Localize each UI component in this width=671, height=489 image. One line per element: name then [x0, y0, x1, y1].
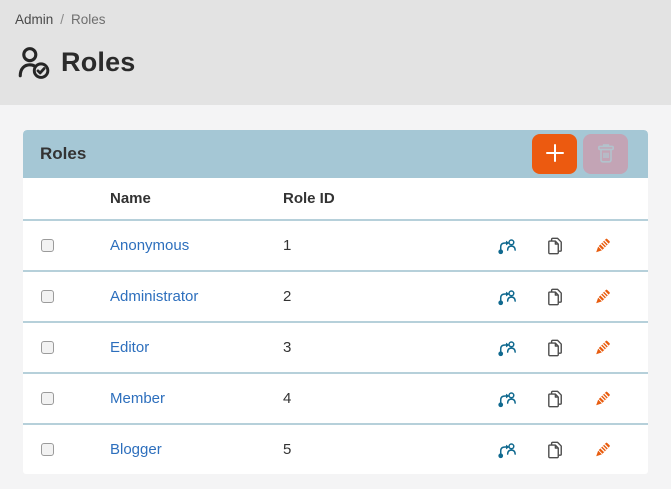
panel-header: Roles: [23, 130, 648, 178]
role-name-link[interactable]: Administrator: [110, 288, 198, 305]
assign-user-icon[interactable]: [496, 235, 517, 256]
assign-user-icon[interactable]: [496, 337, 517, 358]
assign-user-icon[interactable]: [496, 439, 517, 460]
edit-pencil-icon[interactable]: [592, 235, 613, 256]
table-row: Anonymous 1: [23, 219, 648, 270]
row-checkbox[interactable]: [41, 392, 54, 405]
role-name-link[interactable]: Editor: [110, 339, 149, 356]
trash-icon: [594, 141, 618, 168]
copy-icon[interactable]: [544, 439, 565, 460]
breadcrumb-roles: Roles: [71, 12, 106, 27]
role-id-value: 5: [283, 441, 496, 458]
edit-pencil-icon[interactable]: [592, 388, 613, 409]
copy-icon[interactable]: [544, 337, 565, 358]
row-checkbox[interactable]: [41, 341, 54, 354]
copy-icon[interactable]: [544, 235, 565, 256]
edit-pencil-icon[interactable]: [592, 286, 613, 307]
edit-pencil-icon[interactable]: [592, 337, 613, 358]
breadcrumb-separator: /: [60, 12, 64, 27]
column-header-role-id: Role ID: [283, 190, 648, 207]
table-row: Member 4: [23, 372, 648, 423]
role-name-link[interactable]: Member: [110, 390, 165, 407]
table-row: Administrator 2: [23, 270, 648, 321]
row-checkbox[interactable]: [41, 443, 54, 456]
breadcrumb-admin[interactable]: Admin: [15, 12, 53, 27]
copy-icon[interactable]: [544, 286, 565, 307]
edit-pencil-icon[interactable]: [592, 439, 613, 460]
add-role-button[interactable]: [532, 134, 577, 174]
breadcrumb: Admin / Roles: [15, 12, 656, 27]
assign-user-icon[interactable]: [496, 286, 517, 307]
assign-user-icon[interactable]: [496, 388, 517, 409]
table-row: Editor 3: [23, 321, 648, 372]
plus-icon: [543, 141, 567, 168]
copy-icon[interactable]: [544, 388, 565, 409]
panel-title: Roles: [40, 144, 532, 164]
user-check-icon: [15, 44, 52, 81]
role-name-link[interactable]: Anonymous: [110, 237, 189, 254]
table-row: Blogger 5: [23, 423, 648, 474]
row-checkbox[interactable]: [41, 239, 54, 252]
role-id-value: 2: [283, 288, 496, 305]
role-id-value: 3: [283, 339, 496, 356]
role-name-link[interactable]: Blogger: [110, 441, 162, 458]
roles-panel: Roles Name Role ID Anonymous: [23, 130, 648, 474]
row-checkbox[interactable]: [41, 290, 54, 303]
delete-roles-button[interactable]: [583, 134, 628, 174]
page-title: Roles: [61, 47, 136, 78]
role-id-value: 4: [283, 390, 496, 407]
table-header-row: Name Role ID: [23, 178, 648, 219]
column-header-name: Name: [110, 190, 283, 207]
top-band: Admin / Roles Roles: [0, 0, 671, 105]
role-id-value: 1: [283, 237, 496, 254]
